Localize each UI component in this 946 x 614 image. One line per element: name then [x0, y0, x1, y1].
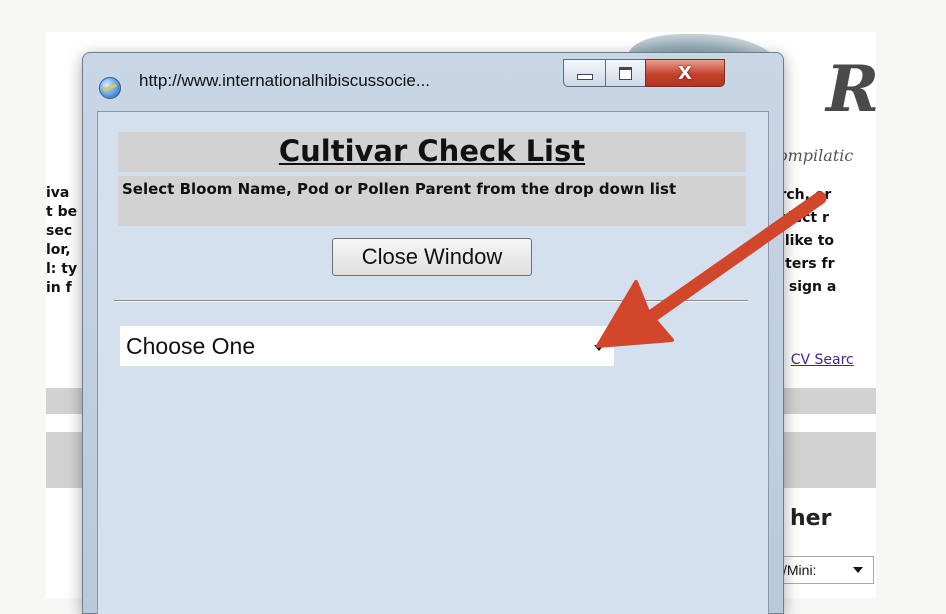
bg-right-line: u like to: [770, 233, 835, 249]
minimize-icon: [576, 74, 593, 80]
maximize-icon: [619, 66, 632, 80]
window-content: Cultivar Check List Select Bloom Name, P…: [97, 111, 769, 614]
background-link-bar: |CV Searc: [778, 352, 876, 368]
background-logo-letter: R: [826, 52, 880, 127]
minimize-button[interactable]: [563, 59, 605, 87]
heading-box: Cultivar Check List: [118, 132, 746, 172]
chevron-down-icon: [853, 567, 863, 573]
bg-right-line: % sign a: [770, 279, 837, 295]
page-title: Cultivar Check List: [278, 134, 586, 168]
instruction-text: Select Bloom Name, Pod or Pollen Parent …: [122, 180, 677, 198]
internet-explorer-icon: [99, 77, 121, 99]
bg-right-line: arch, or: [770, 187, 832, 203]
instruction-box: Select Bloom Name, Pod or Pollen Parent …: [118, 176, 746, 226]
cultivar-select[interactable]: Choose One: [120, 326, 614, 366]
close-button[interactable]: X: [645, 59, 725, 87]
background-subtitle: ompilatic: [778, 146, 854, 165]
divider: [114, 300, 748, 302]
close-icon: X: [678, 62, 692, 84]
window-title: http://www.internationalhibiscussocie...: [139, 71, 431, 90]
popup-window: http://www.internationalhibiscussocie...…: [82, 52, 784, 614]
background-right-text: arch, or select r u like to filters fr %…: [770, 184, 876, 299]
mini-select-value: /Mini:: [783, 562, 817, 578]
close-window-button[interactable]: Close Window: [332, 238, 532, 276]
bg-right-line: filters fr: [770, 256, 835, 272]
background-mini-select[interactable]: /Mini:: [776, 556, 874, 584]
cv-search-link[interactable]: CV Searc: [791, 352, 854, 368]
chevron-down-icon: [594, 345, 604, 351]
window-caption-buttons: X: [563, 59, 725, 89]
background-section-heading: her: [790, 506, 832, 531]
bg-right-line: select r: [770, 210, 829, 226]
maximize-button[interactable]: [605, 59, 645, 87]
select-value: Choose One: [126, 333, 256, 359]
